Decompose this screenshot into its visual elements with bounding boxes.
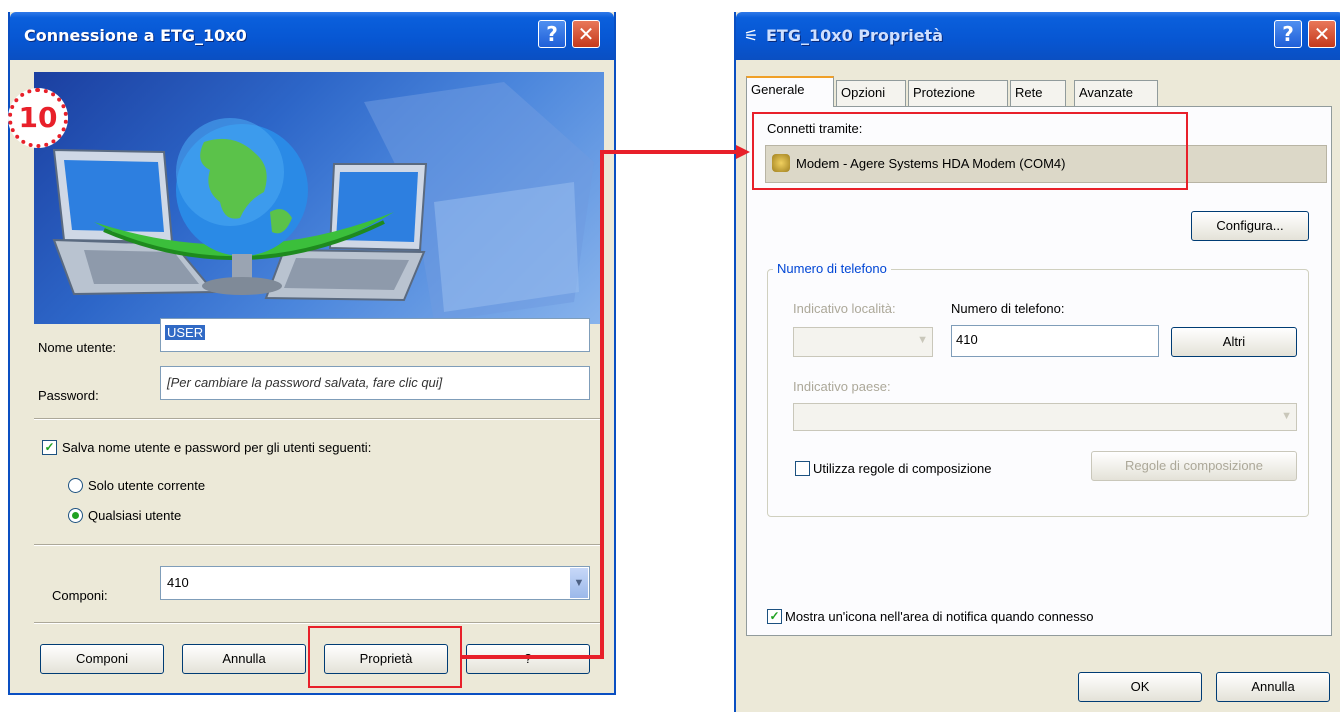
- chevron-down-icon: ▼: [917, 334, 928, 346]
- dial-number-value: 410: [167, 575, 189, 590]
- properties-dialog-titlebar[interactable]: ⚟ ETG_10x0 Proprietà ? ✕: [736, 12, 1340, 60]
- chevron-down-icon: ▼: [1281, 410, 1292, 422]
- password-input[interactable]: [Per cambiare la password salvata, fare …: [160, 366, 590, 400]
- dial-button[interactable]: Componi: [40, 644, 164, 674]
- dial-number-select[interactable]: 410 ▼: [160, 566, 590, 600]
- phone-number-label: Numero di telefono:: [951, 301, 1065, 316]
- help-icon[interactable]: ?: [1274, 20, 1302, 48]
- configure-button[interactable]: Configura...: [1191, 211, 1309, 241]
- save-credentials-checkbox[interactable]: ✓: [42, 440, 57, 455]
- password-placeholder: [Per cambiare la password salvata, fare …: [167, 375, 443, 390]
- country-code-select: ▼: [793, 403, 1297, 431]
- area-code-label: Indicativo località:: [793, 301, 896, 316]
- close-icon[interactable]: ✕: [572, 20, 600, 48]
- cancel-button[interactable]: Annulla: [1216, 672, 1330, 702]
- tab-generale[interactable]: Generale: [746, 76, 834, 107]
- phone-number-input[interactable]: 410: [951, 325, 1159, 357]
- properties-dialog-title: ETG_10x0 Proprietà: [766, 26, 943, 45]
- chevron-down-icon[interactable]: ▼: [570, 568, 588, 598]
- phone-number-value: 410: [956, 332, 978, 347]
- step-badge-number: 10: [18, 101, 58, 134]
- cancel-button[interactable]: Annulla: [182, 644, 306, 674]
- dialing-rules-button: Regole di composizione: [1091, 451, 1297, 481]
- close-icon[interactable]: ✕: [1308, 20, 1336, 48]
- show-icon-label[interactable]: Mostra un'icona nell'area di notifica qu…: [785, 609, 1094, 624]
- phone-group-title: Numero di telefono: [773, 261, 891, 276]
- network-banner-image: [34, 72, 604, 324]
- any-user-radio[interactable]: [68, 508, 83, 523]
- dial-label: Componi:: [52, 588, 108, 603]
- connection-dialog: Connessione a ETG_10x0 ? ✕ 10 Nome utent…: [8, 12, 616, 695]
- username-input[interactable]: USER: [160, 318, 590, 352]
- current-user-radio[interactable]: [68, 478, 83, 493]
- ok-button[interactable]: OK: [1078, 672, 1202, 702]
- dialing-rules-label[interactable]: Utilizza regole di composizione: [813, 461, 991, 476]
- username-value: USER: [165, 325, 206, 340]
- current-user-label[interactable]: Solo utente corrente: [88, 478, 205, 493]
- separator-top: [34, 418, 604, 420]
- connection-dialog-title: Connessione a ETG_10x0: [24, 26, 247, 45]
- tab-avanzate[interactable]: Avanzate: [1074, 80, 1158, 106]
- country-code-label: Indicativo paese:: [793, 379, 891, 394]
- username-label: Nome utente:: [38, 340, 117, 355]
- properties-highlight: [308, 626, 462, 688]
- tab-protezione[interactable]: Protezione: [908, 80, 1008, 106]
- help-icon[interactable]: ?: [538, 20, 566, 48]
- connection-dialog-titlebar[interactable]: Connessione a ETG_10x0 ? ✕: [10, 12, 614, 60]
- tab-rete[interactable]: Rete: [1010, 80, 1066, 106]
- separator-middle: [34, 544, 604, 546]
- any-user-label[interactable]: Qualsiasi utente: [88, 508, 181, 523]
- save-credentials-label[interactable]: Salva nome utente e password per gli ute…: [62, 440, 371, 455]
- others-button[interactable]: Altri: [1171, 327, 1297, 357]
- connect-using-highlight: [752, 112, 1188, 190]
- show-icon-checkbox[interactable]: ✓: [767, 609, 782, 624]
- dialing-rules-checkbox[interactable]: [795, 461, 810, 476]
- tab-opzioni[interactable]: Opzioni: [836, 80, 906, 106]
- password-label: Password:: [38, 388, 99, 403]
- area-code-select: ▼: [793, 327, 933, 357]
- globe-laptops-illustration: [52, 82, 594, 322]
- network-connection-icon: ⚟: [744, 28, 759, 45]
- separator-bottom: [34, 622, 604, 624]
- help-button[interactable]: ?: [466, 644, 590, 674]
- step-badge: 10: [8, 88, 68, 148]
